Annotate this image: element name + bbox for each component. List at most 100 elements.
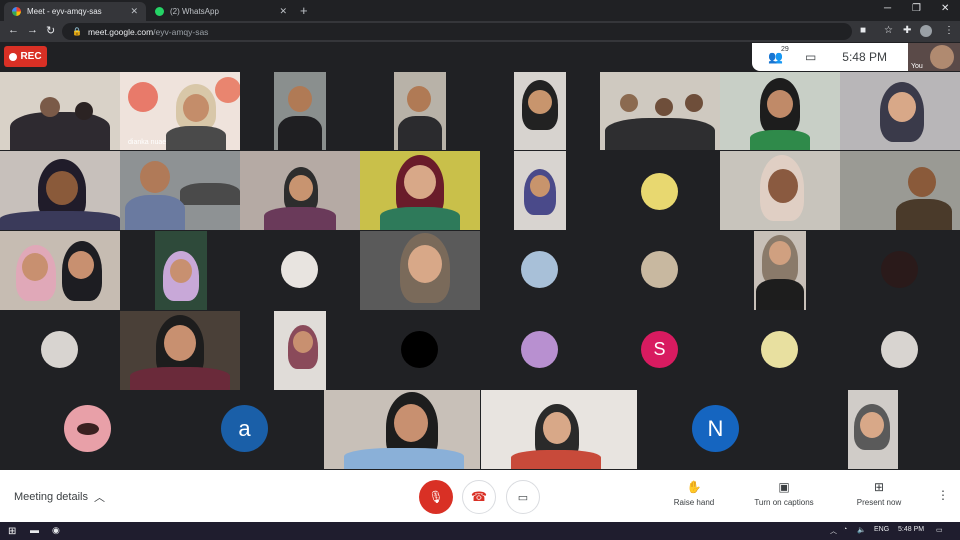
close-window-icon[interactable]: ✕ [941,3,949,14]
taskbar-clock[interactable]: 5:48 PM [898,526,924,533]
record-icon [9,52,18,61]
participant-tile[interactable] [360,151,480,230]
participant-avatar[interactable] [521,331,558,368]
star-icon[interactable]: ☆ [884,25,893,36]
mic-off-icon: 🎙 [428,490,444,504]
extensions-icon[interactable]: ✚ [903,25,911,36]
participant-tile[interactable] [274,311,326,390]
participant-tile[interactable] [0,151,120,230]
participant-avatar-a[interactable]: a [221,405,268,452]
lock-icon: 🔒 [72,27,82,36]
self-view-tile[interactable]: You [908,43,960,71]
people-button[interactable]: 👥 29 [768,46,789,64]
meet-top-panel: 👥 29 ▭ 5:48 PM [752,43,908,71]
participant-tile[interactable] [240,151,360,230]
maximize-icon[interactable]: ❐ [912,3,921,14]
tab-whatsapp[interactable]: (2) WhatsApp ✕ [147,2,295,21]
participant-avatar[interactable] [281,251,318,288]
participant-tile[interactable] [360,231,480,310]
eye-icon [76,422,99,435]
participant-tile[interactable] [120,151,240,230]
participant-tile[interactable] [840,151,960,230]
hand-icon: ✋ [686,480,702,494]
self-face [930,45,954,69]
tab-close-icon[interactable]: ✕ [130,6,138,17]
participant-tile[interactable] [0,231,120,310]
browser-tab-strip: Meet - eyv-amqy-sas ✕ (2) WhatsApp ✕ + ─… [0,0,960,21]
notifications-icon[interactable]: ▭ [936,526,943,534]
participant-tile[interactable] [155,231,207,310]
camera-toggle-button[interactable]: ▭ [506,480,540,514]
chevron-up-icon: ︿ [94,492,105,504]
video-camera-icon: ▭ [517,491,529,504]
reload-icon[interactable]: ↻ [46,24,55,37]
participant-avatar[interactable] [641,251,678,288]
tray-chevron-icon[interactable]: ︿ [830,526,837,536]
tab-meet[interactable]: Meet - eyv-amqy-sas ✕ [4,2,146,21]
participant-tile[interactable] [514,151,566,230]
tab-close-icon[interactable]: ✕ [279,6,287,17]
captions-button[interactable]: ▣ Turn on captions [750,480,818,507]
participant-name: dianka nuae [128,139,167,146]
participant-avatar-s[interactable]: S [641,331,678,368]
tab-title: Meet - eyv-amqy-sas [27,7,102,16]
more-options-icon[interactable]: ⋮ [937,488,949,502]
forward-icon[interactable]: → [27,24,38,36]
self-label: You [911,63,923,70]
participant-avatar[interactable] [761,331,798,368]
windows-taskbar: ⊞ ▬ ◉ ︿ ◔ 🔈 ENG 5:48 PM ▭ [0,522,960,540]
raise-hand-label: Raise hand [673,498,715,507]
captions-label: Turn on captions [754,498,814,507]
participant-avatar[interactable] [401,331,438,368]
menu-icon[interactable]: ⋮ [944,25,954,36]
meeting-details-label: Meeting details [14,491,88,503]
participant-avatar[interactable] [41,331,78,368]
participant-tile[interactable]: dianka nuae [120,72,240,150]
participant-tile[interactable] [120,311,240,390]
camera-icon[interactable]: ■ [860,25,866,36]
participant-tile[interactable] [514,72,566,150]
profile-avatar[interactable] [920,25,932,37]
back-icon[interactable]: ← [8,24,19,36]
file-explorer-icon[interactable]: ▬ [30,525,39,535]
raise-hand-button[interactable]: ✋ Raise hand [672,480,716,507]
meeting-details-button[interactable]: Meeting details ︿ [14,489,105,505]
whatsapp-favicon-icon [155,7,164,16]
network-icon[interactable]: ◔ [843,526,847,533]
browser-toolbar: ← → ↻ 🔒 meet.google.com/eyv-amqy-sas ■ ☆… [0,21,960,42]
minimize-icon[interactable]: ─ [884,3,891,14]
windows-start-icon[interactable]: ⊞ [8,526,16,537]
participant-avatar[interactable] [881,251,918,288]
participant-tile[interactable] [600,72,720,150]
participant-avatar-n[interactable]: N [692,405,739,452]
meet-bottom-bar: Meeting details ︿ 🎙 ☎ ▭ ✋ Raise hand ▣ T… [0,470,960,522]
participant-avatar[interactable] [641,173,678,210]
meeting-clock: 5:48 PM [842,50,887,64]
language-indicator[interactable]: ENG [874,526,889,533]
participant-tile[interactable] [274,72,326,150]
participant-tile[interactable] [720,151,840,230]
participant-tile[interactable] [848,390,898,469]
participant-avatar[interactable] [64,405,111,452]
participant-tile[interactable] [720,72,840,150]
tab-title: (2) WhatsApp [170,7,219,16]
participant-tile[interactable] [0,72,120,150]
present-button[interactable]: ⊞ Present now [852,480,906,507]
mic-toggle-button[interactable]: 🎙 [419,480,453,514]
chat-button[interactable]: ▭ [805,50,816,64]
participant-tile[interactable] [481,390,637,469]
participant-avatar[interactable] [881,331,918,368]
participant-tile[interactable] [324,390,480,469]
captions-icon: ▣ [778,480,790,494]
new-tab-button[interactable]: + [300,3,308,18]
leave-call-button[interactable]: ☎ [462,480,496,514]
rec-label: REC [20,51,42,62]
participant-tile[interactable] [754,231,806,310]
participant-tile[interactable] [840,72,960,150]
volume-icon[interactable]: 🔈 [857,526,866,534]
address-bar[interactable]: 🔒 meet.google.com/eyv-amqy-sas [62,23,852,40]
participant-tile[interactable] [394,72,446,150]
chrome-taskbar-icon[interactable]: ◉ [52,525,60,536]
url-path: /eyv-amqy-sas [153,26,209,37]
participant-avatar[interactable] [521,251,558,288]
